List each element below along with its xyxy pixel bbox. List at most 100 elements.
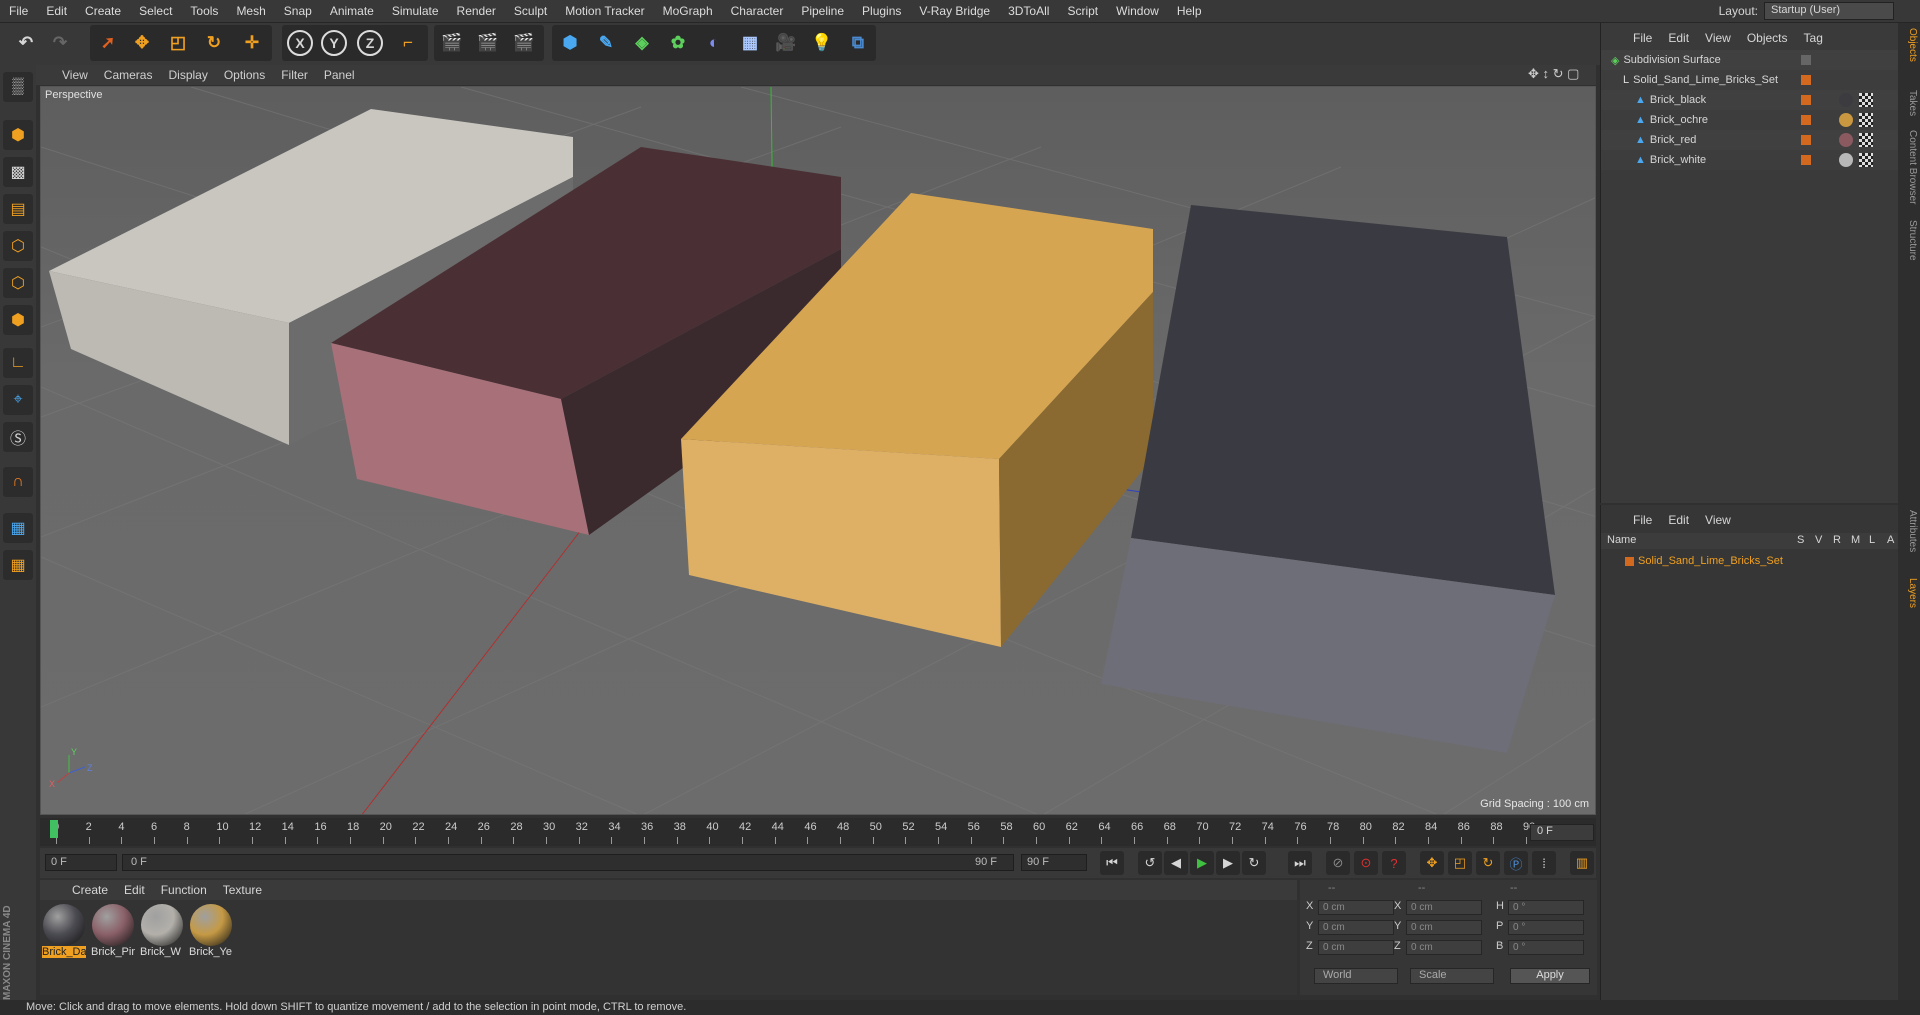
menu-mograph[interactable]: MoGraph <box>654 4 722 18</box>
points-mode-icon[interactable]: ⬡ <box>3 231 33 261</box>
timeline-window-icon[interactable]: ▥ <box>1570 851 1594 875</box>
texture-tag-icon[interactable] <box>1859 113 1873 127</box>
deformer-icon[interactable]: ◐ <box>698 27 730 59</box>
viewport-menu-display[interactable]: Display <box>160 68 215 82</box>
end-frame-field[interactable]: 90 F <box>1021 854 1087 871</box>
go-to-end-icon[interactable]: ⏭ <box>1288 851 1312 875</box>
start-frame-field[interactable]: 0 F <box>45 854 117 871</box>
material-tag-icon[interactable] <box>1839 133 1853 147</box>
menu-script[interactable]: Script <box>1058 4 1107 18</box>
coordinate-mode-dropdown[interactable]: World <box>1314 968 1398 984</box>
key-position-icon[interactable]: ✥ <box>1420 851 1444 875</box>
coord-field-a[interactable]: 0 cm <box>1318 920 1394 935</box>
cube-primitive-icon[interactable]: ⬢ <box>554 27 586 59</box>
cloner-icon[interactable]: ✿ <box>662 27 694 59</box>
python-icon[interactable]: ⧉ <box>842 27 874 59</box>
material-menu-create[interactable]: Create <box>64 883 116 897</box>
workplane-icon[interactable]: ▤ <box>3 194 33 224</box>
layer-row[interactable]: Solid_Sand_Lime_Bricks_Set <box>1601 551 1899 571</box>
redo-icon[interactable]: ↷ <box>44 27 76 59</box>
frame-range-slider[interactable]: 0 F 90 F <box>122 854 1014 871</box>
apply-button[interactable]: Apply <box>1510 968 1590 984</box>
autokey-icon[interactable]: ⊙ <box>1354 851 1378 875</box>
viewport-perspective[interactable]: Y Z X Perspective Grid Spacing : 100 cm <box>40 86 1596 815</box>
planar-workplane-icon[interactable]: ▦ <box>3 550 33 580</box>
workplane-lock-icon[interactable]: ▦ <box>3 513 33 543</box>
material-swatch[interactable]: Brick_W <box>140 904 184 961</box>
object-menu-objects[interactable]: Objects <box>1739 31 1796 45</box>
object-row[interactable]: ▲ Brick_black <box>1601 90 1899 110</box>
material-tag-icon[interactable] <box>1839 93 1853 107</box>
edges-mode-icon[interactable]: ⬡ <box>3 268 33 298</box>
timeline-ruler[interactable]: 0246810121416182022242628303234363840424… <box>40 818 1596 846</box>
next-key-icon[interactable]: ↻ <box>1242 851 1266 875</box>
menu-create[interactable]: Create <box>76 4 130 18</box>
layout-dropdown[interactable]: Startup (User) <box>1764 2 1894 20</box>
coordinate-type-dropdown[interactable]: Scale <box>1410 968 1494 984</box>
pen-spline-icon[interactable]: ✎ <box>590 27 622 59</box>
material-tag-icon[interactable] <box>1839 153 1853 167</box>
model-mode-icon[interactable]: ⬢ <box>3 120 33 150</box>
current-frame-field[interactable]: 0 F <box>1530 824 1594 841</box>
coord-field-c[interactable]: 0 ° <box>1508 900 1584 915</box>
texture-mode-icon[interactable]: ▩ <box>3 157 33 187</box>
key-parameter-icon[interactable]: Ⓟ <box>1504 851 1528 875</box>
material-menu-function[interactable]: Function <box>153 883 215 897</box>
material-swatch[interactable]: Brick_Ye <box>189 904 233 961</box>
go-to-start-icon[interactable]: ⏮ <box>1100 851 1124 875</box>
coord-field-b[interactable]: 0 cm <box>1406 900 1482 915</box>
object-row[interactable]: L Solid_Sand_Lime_Bricks_Set <box>1601 70 1899 90</box>
object-row[interactable]: ▲ Brick_white <box>1601 150 1899 170</box>
menu-pipeline[interactable]: Pipeline <box>792 4 853 18</box>
floor-icon[interactable]: ▦ <box>734 27 766 59</box>
rotate-tool-icon[interactable]: ↻ <box>198 27 230 59</box>
select-tool-icon[interactable]: ➚ <box>92 27 124 59</box>
tweak-mode-icon[interactable]: ⌖ <box>3 385 33 415</box>
right-tab-layers[interactable]: Layers <box>1900 578 1918 608</box>
next-frame-icon[interactable]: ▶ <box>1216 851 1240 875</box>
texture-tag-icon[interactable] <box>1859 133 1873 147</box>
texture-tag-icon[interactable] <box>1859 153 1873 167</box>
right-tab-takes[interactable]: Takes <box>1900 90 1918 116</box>
render-settings-icon[interactable]: 🎬 <box>508 27 540 59</box>
menu-mesh[interactable]: Mesh <box>227 4 274 18</box>
z-axis-lock-button[interactable]: Z <box>354 27 386 59</box>
keyframe-selection-icon[interactable]: ? <box>1382 851 1406 875</box>
menu-sculpt[interactable]: Sculpt <box>505 4 556 18</box>
menu-render[interactable]: Render <box>448 4 505 18</box>
polygons-mode-icon[interactable]: ⬢ <box>3 305 33 335</box>
layout-selector[interactable]: Layout: Startup (User) <box>1719 2 1894 20</box>
menu-plugins[interactable]: Plugins <box>853 4 910 18</box>
material-swatch[interactable]: Brick_Da <box>42 904 86 961</box>
object-row[interactable]: ◈ Subdivision Surface <box>1601 50 1899 70</box>
viewport-menu-view[interactable]: View <box>54 68 96 82</box>
previous-key-icon[interactable]: ↺ <box>1138 851 1162 875</box>
layer-menu-view[interactable]: View <box>1697 513 1739 527</box>
y-axis-lock-button[interactable]: Y <box>318 27 350 59</box>
coord-field-a[interactable]: 0 cm <box>1318 900 1394 915</box>
menu-edit[interactable]: Edit <box>37 4 76 18</box>
scale-tool-icon[interactable]: ◰ <box>162 27 194 59</box>
menu-select[interactable]: Select <box>130 4 181 18</box>
viewport-menu-panel[interactable]: Panel <box>316 68 363 82</box>
record-active-icon[interactable]: ⊘ <box>1326 851 1350 875</box>
material-swatch[interactable]: Brick_Pir <box>91 904 135 961</box>
menu-simulate[interactable]: Simulate <box>383 4 448 18</box>
menu-animate[interactable]: Animate <box>321 4 383 18</box>
right-tab-objects[interactable]: Objects <box>1900 28 1918 62</box>
menu-help[interactable]: Help <box>1168 4 1211 18</box>
object-row[interactable]: ▲ Brick_ochre <box>1601 110 1899 130</box>
menu-character[interactable]: Character <box>722 4 793 18</box>
coord-field-b[interactable]: 0 cm <box>1406 940 1482 955</box>
play-icon[interactable]: ▶ <box>1190 851 1214 875</box>
layer-menu-edit[interactable]: Edit <box>1660 513 1697 527</box>
x-axis-lock-button[interactable]: X <box>284 27 316 59</box>
viewport-nav-icons[interactable]: ✥ ↕ ↻ ▢ <box>1528 66 1579 82</box>
previous-frame-icon[interactable]: ◀ <box>1164 851 1188 875</box>
object-menu-view[interactable]: View <box>1697 31 1739 45</box>
texture-tag-icon[interactable] <box>1859 93 1873 107</box>
menu-3dtoall[interactable]: 3DToAll <box>999 4 1058 18</box>
material-menu-edit[interactable]: Edit <box>116 883 153 897</box>
coord-field-c[interactable]: 0 ° <box>1508 940 1584 955</box>
object-menu-tag[interactable]: Tag <box>1796 31 1831 45</box>
